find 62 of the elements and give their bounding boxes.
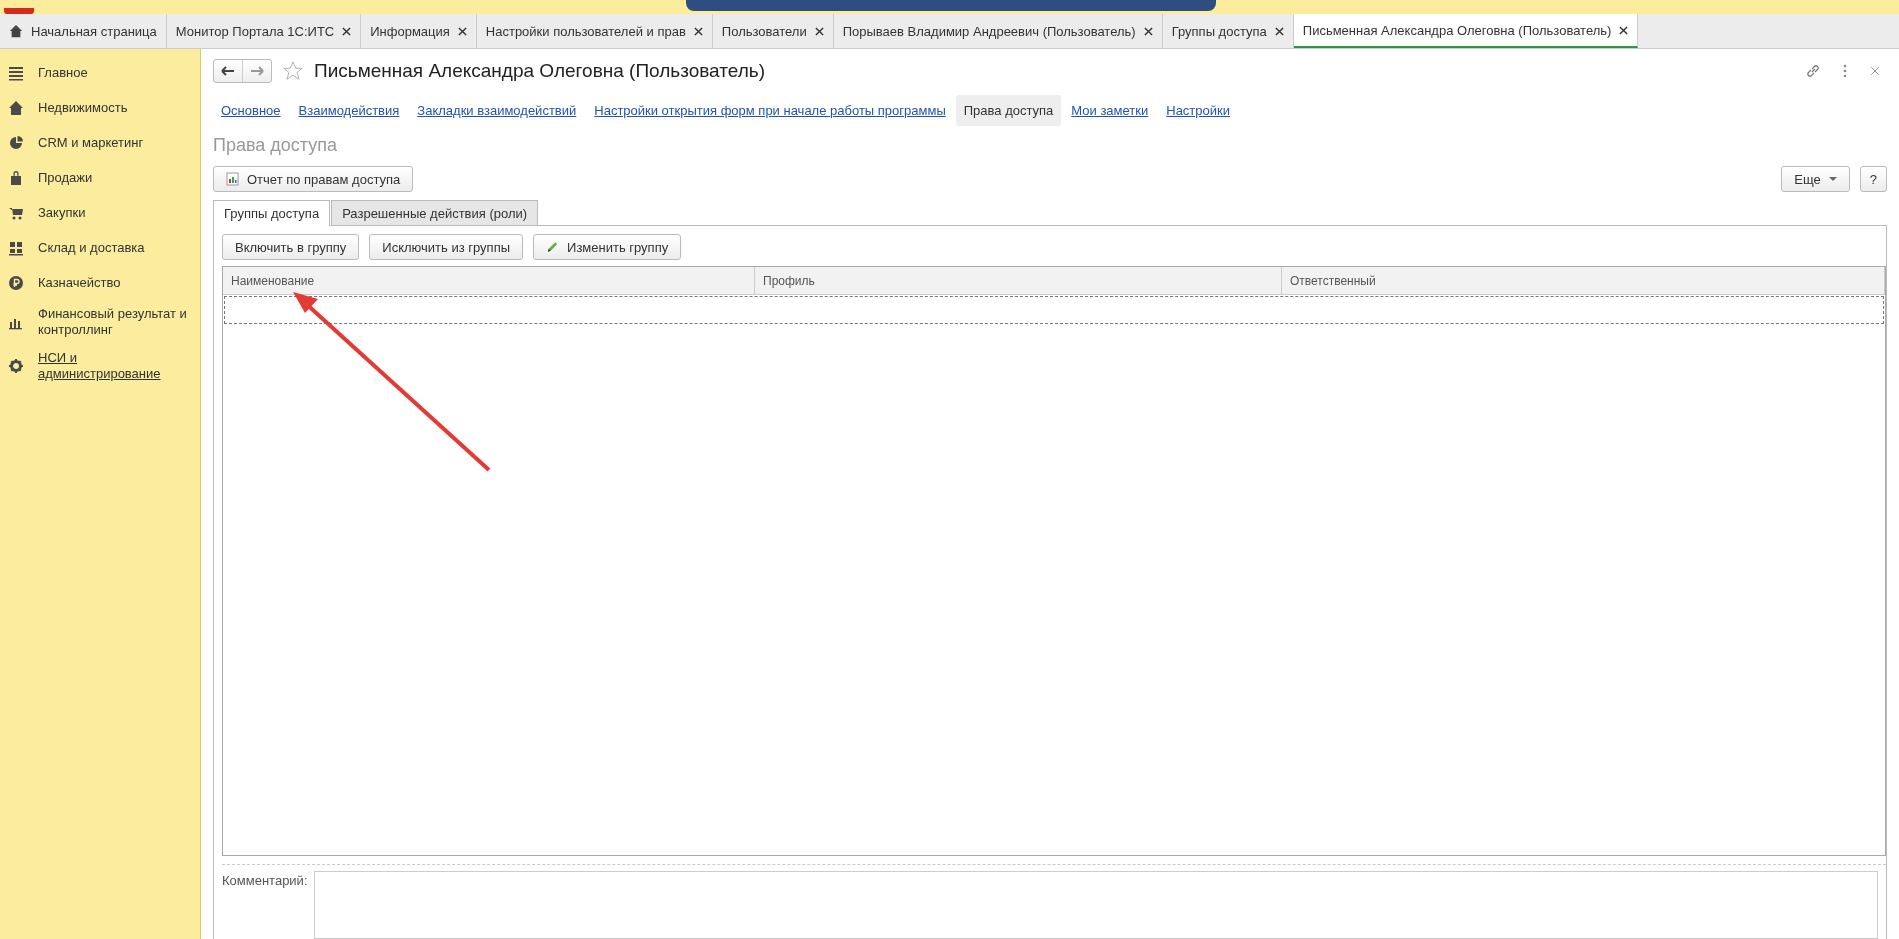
sidebar-item[interactable]: Казначейство (38, 274, 121, 291)
close-icon[interactable] (1619, 25, 1629, 35)
action-button[interactable]: Исключить из группы (369, 234, 524, 260)
caret-icon (1828, 177, 1837, 181)
ruble-icon (8, 274, 24, 291)
edit-group-button[interactable]: Изменить группу (533, 234, 682, 260)
panel-tab[interactable]: Разрешенные действия (роли) (331, 200, 539, 225)
sidebar-item[interactable]: Главное (38, 64, 88, 81)
window-tab[interactable]: Письменная Александра Олеговна (Пользователь) (1293, 14, 1639, 48)
sidebar-item[interactable]: Недвижимость (38, 99, 128, 116)
pencil-icon (546, 240, 560, 254)
window-tab[interactable]: Группы доступа (1162, 14, 1294, 48)
column-header[interactable]: Профиль (755, 267, 1282, 294)
comment-label: Комментарий: (222, 872, 308, 890)
gear-icon (8, 358, 24, 374)
pie-icon (8, 134, 24, 151)
window-tab[interactable]: Начальная страница (0, 14, 167, 48)
bag-icon (8, 169, 24, 186)
sidebar-item[interactable]: НСИ и администрирование (38, 350, 192, 382)
section-link[interactable]: Закладки взаимодействий (409, 94, 585, 126)
section-link[interactable]: Мои заметки (1063, 94, 1157, 126)
column-header[interactable]: Ответственный (1282, 267, 1885, 294)
star-icon[interactable] (282, 60, 304, 82)
form-title: Письменная Александра Олеговна (Пользователь) (314, 60, 766, 82)
sidebar-item[interactable]: Продажи (38, 169, 93, 186)
forward-icon[interactable] (250, 66, 264, 76)
section-link[interactable]: Взаимодействия (290, 94, 408, 126)
section-link[interactable]: Настройки (1158, 94, 1238, 126)
comment-field[interactable] (313, 871, 1878, 939)
grid-icon (8, 239, 24, 256)
list-icon (8, 64, 24, 81)
close-icon[interactable] (457, 26, 467, 36)
link-icon[interactable] (1805, 63, 1821, 79)
section-link[interactable]: Настройки открытия форм при начале работы программы (586, 94, 954, 126)
sidebar-item[interactable]: CRM и маркетинг (38, 134, 144, 151)
panel-tab[interactable]: Группы доступа (213, 200, 331, 226)
close-icon[interactable] (814, 26, 824, 36)
report-button[interactable]: Отчет по правам доступа (213, 166, 414, 192)
more-icon[interactable] (1843, 63, 1847, 79)
close-icon[interactable] (342, 26, 352, 36)
back-icon[interactable] (221, 66, 235, 76)
logo-icon (4, 8, 34, 14)
window-tab[interactable]: Порываев Владимир Андреевич (Пользователь) (833, 14, 1163, 48)
section-heading: Права доступа (213, 135, 339, 156)
house-icon (8, 99, 24, 116)
close-icon[interactable] (693, 26, 703, 36)
help-button[interactable]: ? (1859, 166, 1887, 192)
section-link[interactable]: Основное (213, 94, 289, 126)
home-icon (9, 24, 23, 38)
sidebar-item[interactable]: Финансовый результат и контроллинг (38, 306, 192, 338)
more-button[interactable]: Еще (1781, 166, 1850, 192)
window-tab[interactable]: Монитор Портала 1С:ИТС (166, 14, 362, 48)
sidebar-item[interactable]: Закупки (38, 204, 86, 221)
close-icon[interactable] (1143, 26, 1153, 36)
sidebar-item[interactable]: Склад и доставка (38, 239, 145, 256)
report-icon (226, 172, 239, 186)
window-tab[interactable]: Пользователи (712, 14, 834, 48)
window-tab[interactable]: Информация (361, 14, 477, 48)
close-icon[interactable] (1274, 26, 1284, 36)
window-tab[interactable]: Настройки пользователей и прав (476, 14, 713, 48)
section-link[interactable]: Права доступа (955, 94, 1062, 126)
action-button[interactable]: Включить в группу (222, 234, 360, 260)
